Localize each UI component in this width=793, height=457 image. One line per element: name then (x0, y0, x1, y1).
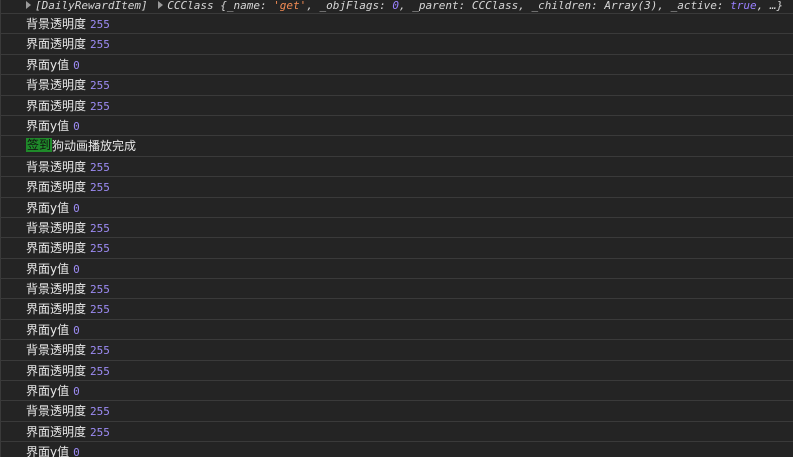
devtools-console: [DailyRewardItem] CCClass {_name: 'get',… (0, 0, 793, 457)
console-log-row[interactable]: 背景透明度 255 (1, 401, 793, 422)
log-prefix: [DailyRewardItem] (35, 0, 148, 12)
console-log-row[interactable]: 界面透明度 255 (1, 299, 793, 320)
log-message-text: 背景透明度 (26, 78, 87, 93)
log-number-value: 255 (90, 38, 110, 52)
log-number-value: 255 (90, 364, 110, 378)
log-number-value: 255 (90, 160, 110, 174)
console-log-row[interactable]: 界面透明度 255 (1, 177, 793, 198)
log-message-text: 界面透明度 (26, 241, 87, 256)
log-number-value: 255 (90, 99, 110, 113)
object-preview-token: , _children: (518, 0, 605, 12)
log-number-value: 255 (90, 344, 110, 358)
log-message-text: 背景透明度 (26, 282, 87, 297)
console-log-row[interactable]: 背景透明度 255 (1, 218, 793, 239)
console-log-row[interactable]: 界面y值 0 (1, 320, 793, 341)
log-message-text: 界面透明度 (26, 180, 87, 195)
log-number-value: 255 (90, 18, 110, 31)
log-message-text: 界面y值 (26, 445, 70, 457)
object-preview-token: , _parent: (399, 0, 472, 12)
expand-triangle-icon[interactable] (26, 1, 31, 9)
log-message-text: 界面y值 (26, 118, 70, 133)
console-log-row[interactable]: 界面y值 0 (1, 442, 793, 457)
log-message-text: 界面y值 (26, 57, 70, 72)
object-preview-token: Array(3) (604, 0, 658, 12)
object-preview[interactable]: {_name: 'get', _objFlags: 0, _parent: CC… (220, 0, 783, 12)
object-preview-token: , _active: (657, 0, 731, 12)
console-log-row[interactable]: 背景透明度 255 (1, 279, 793, 300)
console-log-row[interactable]: 界面透明度 255 (1, 422, 793, 443)
log-number-value: 255 (90, 181, 110, 195)
log-number-value: 255 (90, 405, 110, 419)
console-log-row[interactable]: 界面透明度 255 (1, 34, 793, 55)
object-preview-token: , _objFlags: (306, 0, 393, 12)
console-log-row[interactable]: 背景透明度 255 (1, 14, 793, 35)
log-message-text: 背景透明度 (26, 17, 87, 31)
console-log-row[interactable]: 界面y值 0 (1, 259, 793, 280)
log-number-value: 0 (73, 323, 80, 337)
console-log-row[interactable]: 界面透明度 255 (1, 361, 793, 382)
log-number-value: 0 (73, 58, 80, 72)
console-log-row[interactable]: 界面透明度 255 (1, 96, 793, 116)
log-tag-highlight: 签到 (26, 138, 53, 153)
log-message-text: 界面y值 (26, 200, 70, 215)
console-object-log-row[interactable]: [DailyRewardItem] CCClass {_name: 'get',… (1, 0, 793, 14)
log-number-value: 0 (73, 446, 80, 457)
object-preview-token: CCClass (471, 0, 519, 12)
log-message-text: 界面y值 (26, 261, 70, 276)
log-number-value: 255 (90, 242, 110, 256)
log-message-text: 界面透明度 (26, 37, 87, 52)
console-log-list: 背景透明度 255 界面透明度 255 界面y值 0 背景透明度 255 界面透明度 255 界面y… (1, 14, 793, 457)
log-number-value: 255 (90, 303, 110, 317)
console-log-row[interactable]: 背景透明度 255 (1, 340, 793, 361)
log-number-value: 0 (73, 262, 80, 276)
log-message-text: 背景透明度 (26, 343, 87, 358)
log-number-value: 255 (90, 79, 110, 93)
object-preview-token: true (730, 0, 757, 12)
log-number-value: 0 (73, 201, 80, 215)
log-message-text: 界面透明度 (26, 363, 87, 378)
console-log-row[interactable]: 签到狗动画播放完成 (1, 136, 793, 157)
console-log-row[interactable]: 界面透明度 255 (1, 238, 793, 259)
object-preview-token: 'get' (273, 0, 307, 12)
log-number-value: 255 (90, 221, 110, 235)
console-log-row[interactable]: 界面y值 0 (1, 55, 793, 76)
log-message-text: 界面透明度 (26, 302, 87, 317)
log-message-text: 界面透明度 (26, 424, 87, 439)
console-log-row[interactable]: 背景透明度 255 (1, 157, 793, 178)
object-preview-token: , …} (756, 0, 784, 12)
console-log-row[interactable]: 背景透明度 255 (1, 75, 793, 96)
log-number-value: 0 (73, 385, 80, 399)
log-number-value: 0 (73, 119, 80, 133)
expand-object-triangle-icon[interactable] (158, 1, 164, 9)
log-number-value: 255 (90, 425, 110, 439)
console-log-row[interactable]: 界面y值 0 (1, 198, 793, 218)
log-message-text: 界面透明度 (26, 98, 87, 113)
log-message-text: 界面y值 (26, 322, 70, 337)
object-preview-token: _name: (226, 0, 274, 12)
log-message-text: 背景透明度 (26, 404, 87, 419)
object-class-name[interactable]: CCClass (167, 0, 213, 12)
console-log-row[interactable]: 界面y值 0 (1, 116, 793, 137)
log-message-text: 界面y值 (26, 384, 70, 399)
object-preview-token: { (220, 0, 227, 12)
console-log-row[interactable]: 界面y值 0 (1, 381, 793, 402)
log-message-text: 背景透明度 (26, 220, 87, 235)
log-message-text: 背景透明度 (26, 159, 87, 174)
log-message-text: 狗动画播放完成 (52, 139, 137, 154)
log-number-value: 255 (90, 283, 110, 297)
